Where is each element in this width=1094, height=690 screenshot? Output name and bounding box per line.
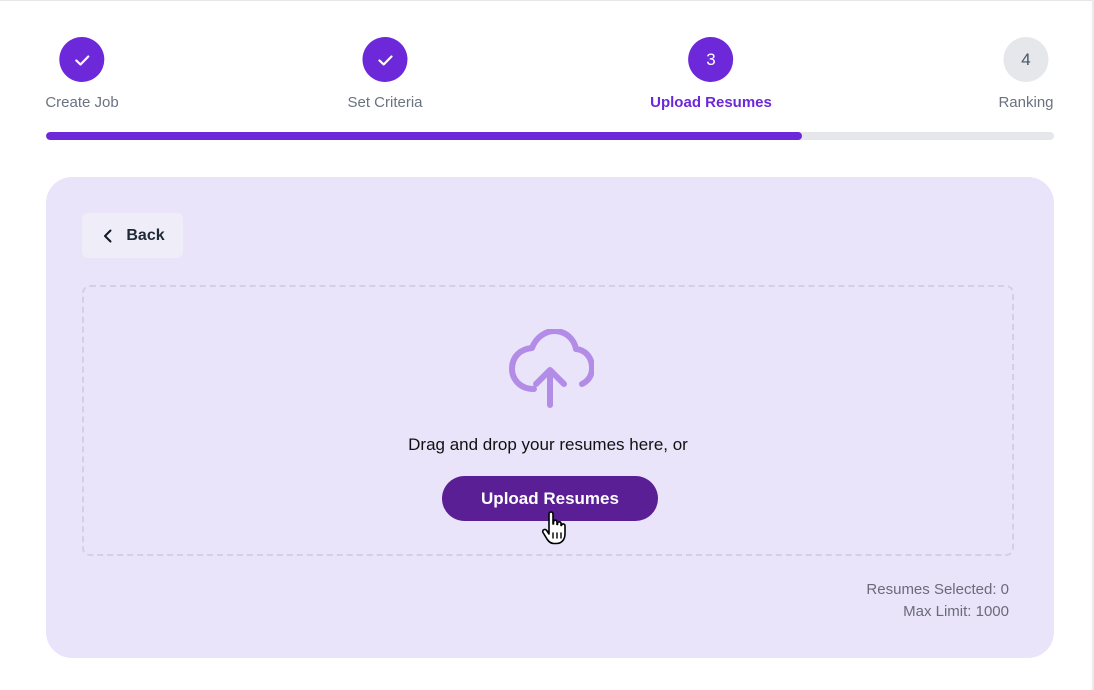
- step-2-label: Set Criteria: [347, 94, 423, 111]
- upload-card: Back Drag and drop your resumes here, or…: [46, 177, 1054, 658]
- progress-bar-fill: [46, 132, 802, 140]
- step-4-label: Ranking: [998, 94, 1054, 111]
- step-4-circle: 4: [1003, 37, 1049, 82]
- step-3-circle: 3: [688, 37, 734, 82]
- step-1-circle: [59, 37, 105, 82]
- step-create-job[interactable]: Create Job: [45, 37, 119, 111]
- step-1-label: Create Job: [45, 94, 119, 111]
- hand-pointer-cursor-icon: [541, 511, 566, 545]
- checkmark-icon: [74, 54, 90, 66]
- step-2-circle: [362, 37, 408, 82]
- progress-bar: [46, 132, 1054, 140]
- checkmark-icon: [377, 54, 393, 66]
- step-set-criteria[interactable]: Set Criteria: [347, 37, 423, 111]
- step-upload-resumes[interactable]: 3 Upload Resumes: [650, 37, 772, 111]
- upload-status: Resumes Selected: 0 Max Limit: 1000: [866, 579, 1009, 623]
- dropzone-instruction: Drag and drop your resumes here, or: [408, 435, 688, 454]
- max-limit: Max Limit: 1000: [903, 603, 1009, 620]
- step-ranking[interactable]: 4 Ranking: [998, 37, 1054, 111]
- step-3-label: Upload Resumes: [650, 94, 772, 111]
- back-button[interactable]: Back: [82, 213, 183, 258]
- back-button-label: Back: [126, 226, 165, 244]
- resumes-selected-count: Resumes Selected: 0: [866, 581, 1009, 598]
- cloud-upload-icon: [509, 329, 594, 408]
- chevron-left-icon: [104, 229, 112, 242]
- progress-stepper: Create Job Set Criteria 3 Upload Resumes…: [0, 0, 1094, 120]
